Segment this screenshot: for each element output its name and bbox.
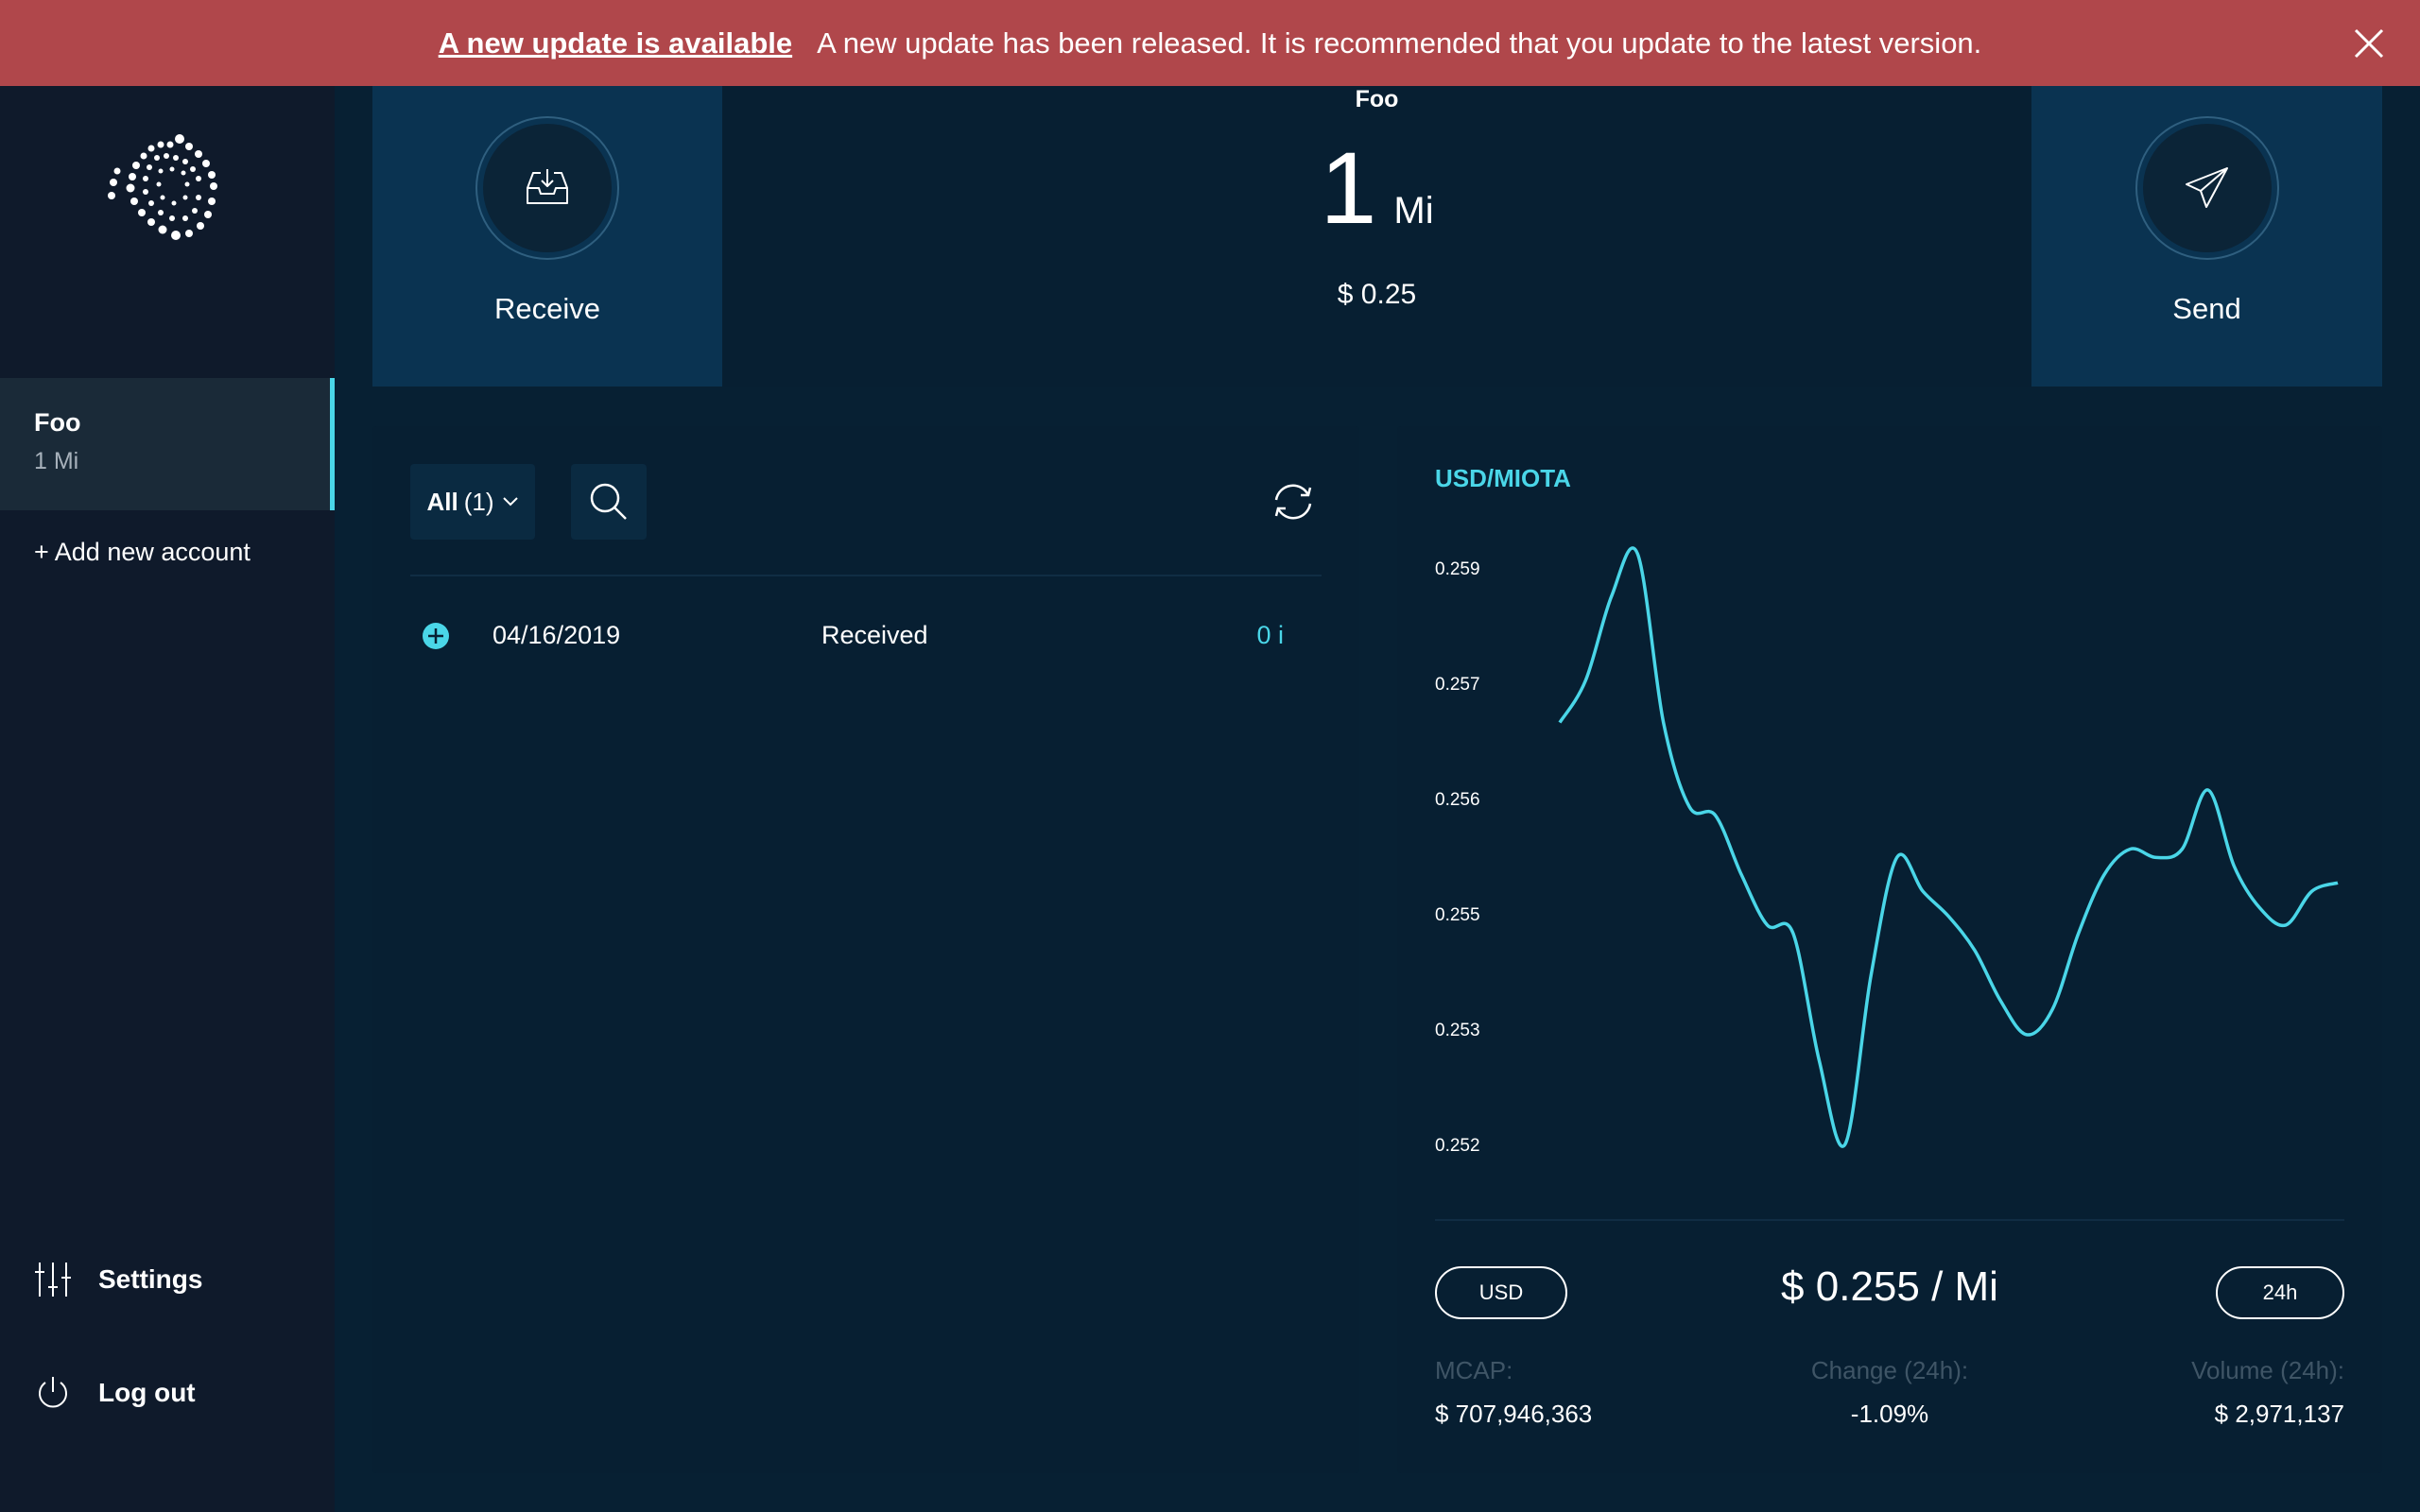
refresh-icon [1274,484,1312,520]
sidebar: Foo 1 Mi + Add new account Settings Log … [0,86,335,1512]
transactions-panel: All (1) 04/16/2019 Received 0 i [372,426,1359,1473]
add-account-link[interactable]: + Add new account [34,538,251,567]
y-tick-label: 0.255 [1435,905,1480,925]
send-label: Send [2172,292,2241,325]
transaction-row[interactable]: 04/16/2019 Received 0 i [410,606,1322,664]
send-circle-inner [2142,124,2272,252]
y-tick-label: 0.257 [1435,675,1480,695]
logout-label: Log out [98,1378,196,1407]
sliders-icon [35,1263,71,1297]
receive-circle-inner [483,124,612,252]
balance-amount: 1 [1320,130,1377,245]
account-name: Foo [34,408,81,437]
price-series-line [1558,546,2339,1148]
balance-account-name: Foo [1355,86,1399,112]
filter-dropdown[interactable]: All (1) [410,464,535,540]
chart-divider [1435,1219,2344,1221]
update-banner-title[interactable]: A new update is available [439,26,792,60]
update-banner: A new update is available A new update h… [0,0,2420,86]
transaction-status: Received [821,620,928,649]
search-button[interactable] [571,464,647,540]
balance-fiat: $ 0.25 [1337,279,1417,310]
logout-link[interactable]: Log out [34,1374,196,1412]
receive-circle [475,116,619,260]
settings-label: Settings [98,1264,203,1294]
filter-count: (1) [463,487,494,516]
sidebar-item-account-foo[interactable]: Foo 1 Mi [0,378,335,510]
timeframe-toggle-button[interactable]: 24h [2216,1266,2344,1319]
chevron-down-icon [502,497,518,507]
balance-unit: Mi [1393,190,1434,232]
iota-logo-icon [108,134,217,240]
plus-circle-icon [423,623,449,649]
account-balance: 1 Mi [34,448,79,474]
filter-label: All [426,487,458,516]
power-icon [39,1377,67,1408]
transactions-divider [410,575,1322,576]
y-tick-label: 0.253 [1435,1021,1480,1040]
settings-link[interactable]: Settings [34,1261,202,1298]
market-chart-panel: USD/MIOTA 0.259 0.257 0.256 0.255 0.253 0.252… [1397,426,2382,1473]
volume-label: Volume (24h): [2191,1356,2344,1384]
paper-plane-icon [2185,167,2228,208]
balance-display: Foo 1 Mi $ 0.25 [722,86,2031,387]
receive-label: Receive [494,292,600,325]
y-tick-label: 0.259 [1435,559,1480,579]
search-icon [590,483,627,520]
refresh-button[interactable] [1265,473,1322,530]
y-tick-label: 0.256 [1435,790,1480,810]
price-chart: 0.259 0.257 0.256 0.255 0.253 0.252 [1435,546,2339,1156]
update-banner-message: A new update has been released. It is re… [817,26,1982,60]
inbox-download-icon [527,169,568,204]
balance-amount-row: 1 Mi [722,137,2031,239]
send-button[interactable]: Send [2031,86,2382,387]
volume-value: $ 2,971,137 [2214,1400,2344,1428]
y-tick-label: 0.252 [1435,1136,1480,1156]
close-icon[interactable] [2346,21,2392,66]
transaction-value: 0 i [1256,620,1284,649]
send-circle [2135,116,2279,260]
transaction-date: 04/16/2019 [493,620,621,649]
receive-button[interactable]: Receive [372,86,722,387]
